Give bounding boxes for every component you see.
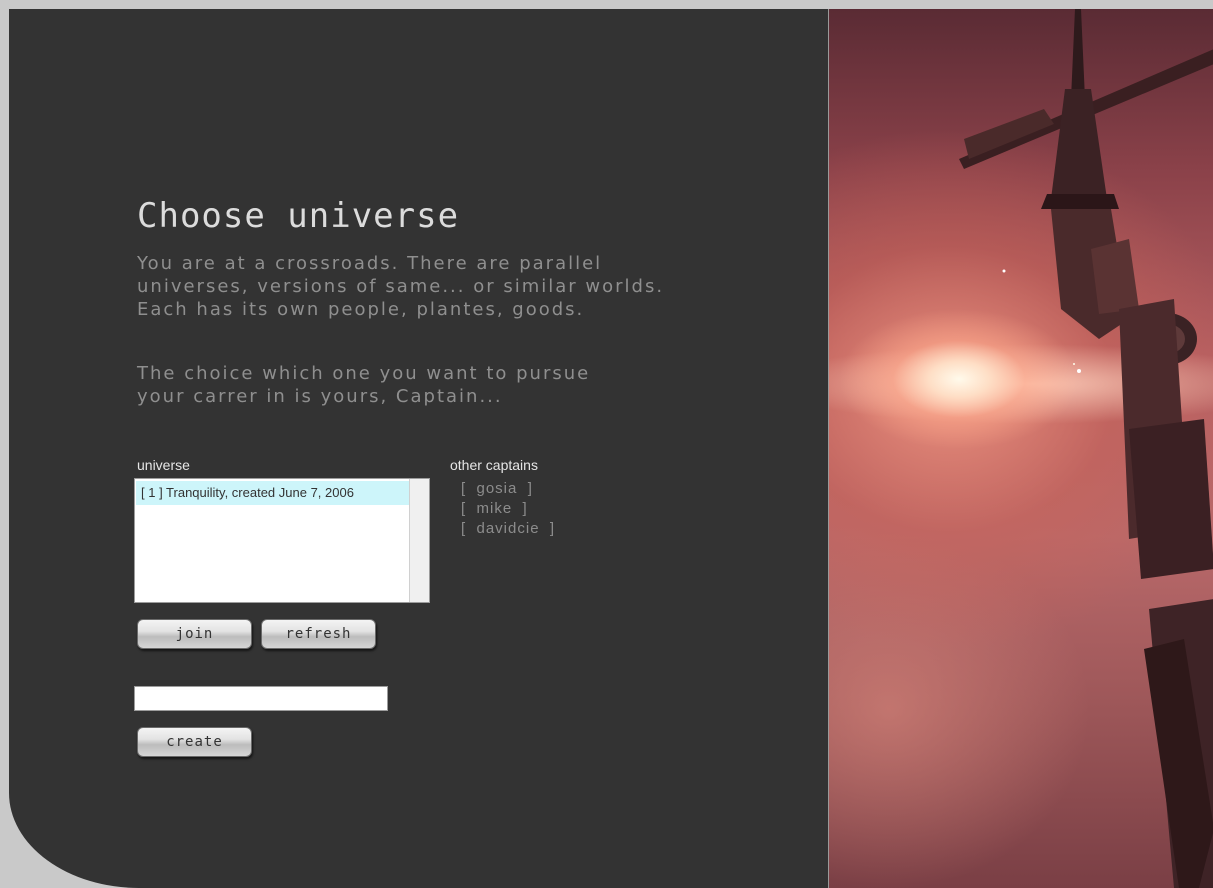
- universe-label: universe: [137, 457, 190, 473]
- page-frame: Choose universe You are at a crossroads.…: [0, 0, 1213, 888]
- space-station-nebula-image: [828, 9, 1213, 888]
- captain-item: [ davidcie ]: [461, 520, 556, 537]
- intro-text-1: You are at a crossroads. There are paral…: [137, 253, 665, 320]
- universe-list-item[interactable]: [ 1 ] Tranquility, created June 7, 2006: [136, 481, 409, 505]
- universe-list-scrollbar[interactable]: [409, 479, 429, 602]
- other-captains-label: other captains: [450, 457, 538, 473]
- space-station-illustration: [959, 9, 1213, 888]
- universe-listbox[interactable]: [ 1 ] Tranquility, created June 7, 2006: [134, 478, 430, 603]
- page-title: Choose universe: [137, 196, 460, 236]
- refresh-button[interactable]: refresh: [261, 619, 376, 649]
- captain-item: [ mike ]: [461, 500, 528, 517]
- content-panel: [9, 9, 828, 888]
- create-button[interactable]: create: [137, 727, 252, 757]
- join-button[interactable]: join: [137, 619, 252, 649]
- other-captains-list: [ gosia ] [ mike ] [ davidcie ]: [461, 479, 555, 539]
- captain-item: [ gosia ]: [461, 480, 533, 497]
- intro-text-2: The choice which one you want to pursue …: [137, 363, 591, 407]
- new-universe-name-input[interactable]: [134, 686, 388, 711]
